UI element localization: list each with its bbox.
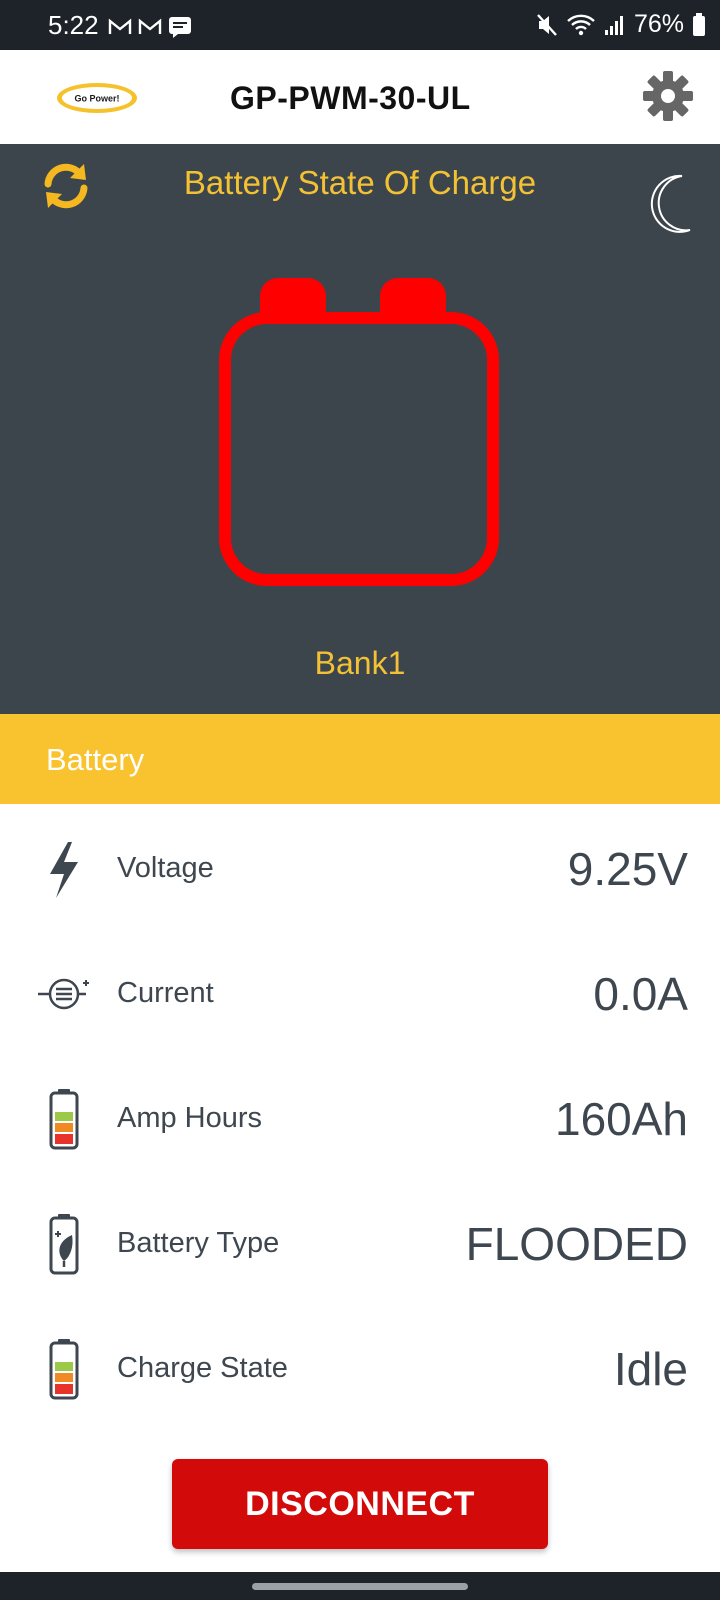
battery-percent: 76% [633, 10, 684, 38]
disconnect-button[interactable]: DISCONNECT [172, 1459, 548, 1549]
moon-icon[interactable] [642, 172, 694, 236]
battery-level-icon [49, 1089, 79, 1150]
device-title: GP-PWM-30-UL [230, 80, 471, 116]
system-icons: 76% [536, 10, 706, 39]
voltage-value: 9.25V [567, 843, 688, 895]
section-label: Battery [46, 742, 145, 777]
wifi-icon [567, 14, 595, 35]
gmail-icon [108, 18, 132, 34]
lightning-icon [50, 842, 78, 898]
battery-graphic [219, 278, 499, 586]
current-icon [38, 978, 89, 1010]
gmail-icon [138, 18, 162, 34]
current-row: Current 0.0A [0, 931, 720, 1056]
gear-icon[interactable] [642, 70, 694, 122]
current-value: 0.0A [593, 968, 688, 1020]
logo-text: Go Power! [74, 94, 119, 104]
battery-type-label: Battery Type [117, 1227, 280, 1259]
amp-hours-value: 160Ah [554, 1093, 688, 1145]
voltage-label: Voltage [117, 852, 214, 884]
charge-state-row: Charge State Idle [0, 1306, 720, 1431]
signal-icon [604, 15, 623, 35]
notification-icons [108, 16, 192, 38]
amp-hours-label: Amp Hours [117, 1102, 263, 1134]
bank-label: Bank1 [314, 645, 406, 681]
status-bar: 5:22 76% [0, 0, 720, 50]
battery-section-header: Battery [0, 714, 720, 804]
battery-icon [693, 12, 705, 36]
go-power-logo: Go Power! [57, 83, 137, 113]
battery-leaf-icon [49, 1214, 79, 1275]
battery-type-row: Battery Type FLOODED [0, 1181, 720, 1306]
navigation-bar [0, 1572, 720, 1600]
home-gesture-handle[interactable] [252, 1583, 468, 1590]
charge-state-label: Charge State [117, 1352, 288, 1384]
message-icon [169, 17, 191, 38]
app-header: Go Power! GP-PWM-30-UL [0, 50, 720, 144]
current-label: Current [117, 977, 214, 1009]
status-time: 5:22 [48, 10, 99, 40]
amp-hours-row: Amp Hours 160Ah [0, 1056, 720, 1181]
panel-title: Battery State Of Charge [183, 164, 537, 201]
charge-state-value: Idle [613, 1343, 688, 1395]
battery-type-value: FLOODED [465, 1218, 688, 1270]
battery-level-icon [49, 1339, 79, 1400]
voltage-row: Voltage 9.25V [0, 806, 720, 931]
mute-icon [537, 13, 557, 36]
